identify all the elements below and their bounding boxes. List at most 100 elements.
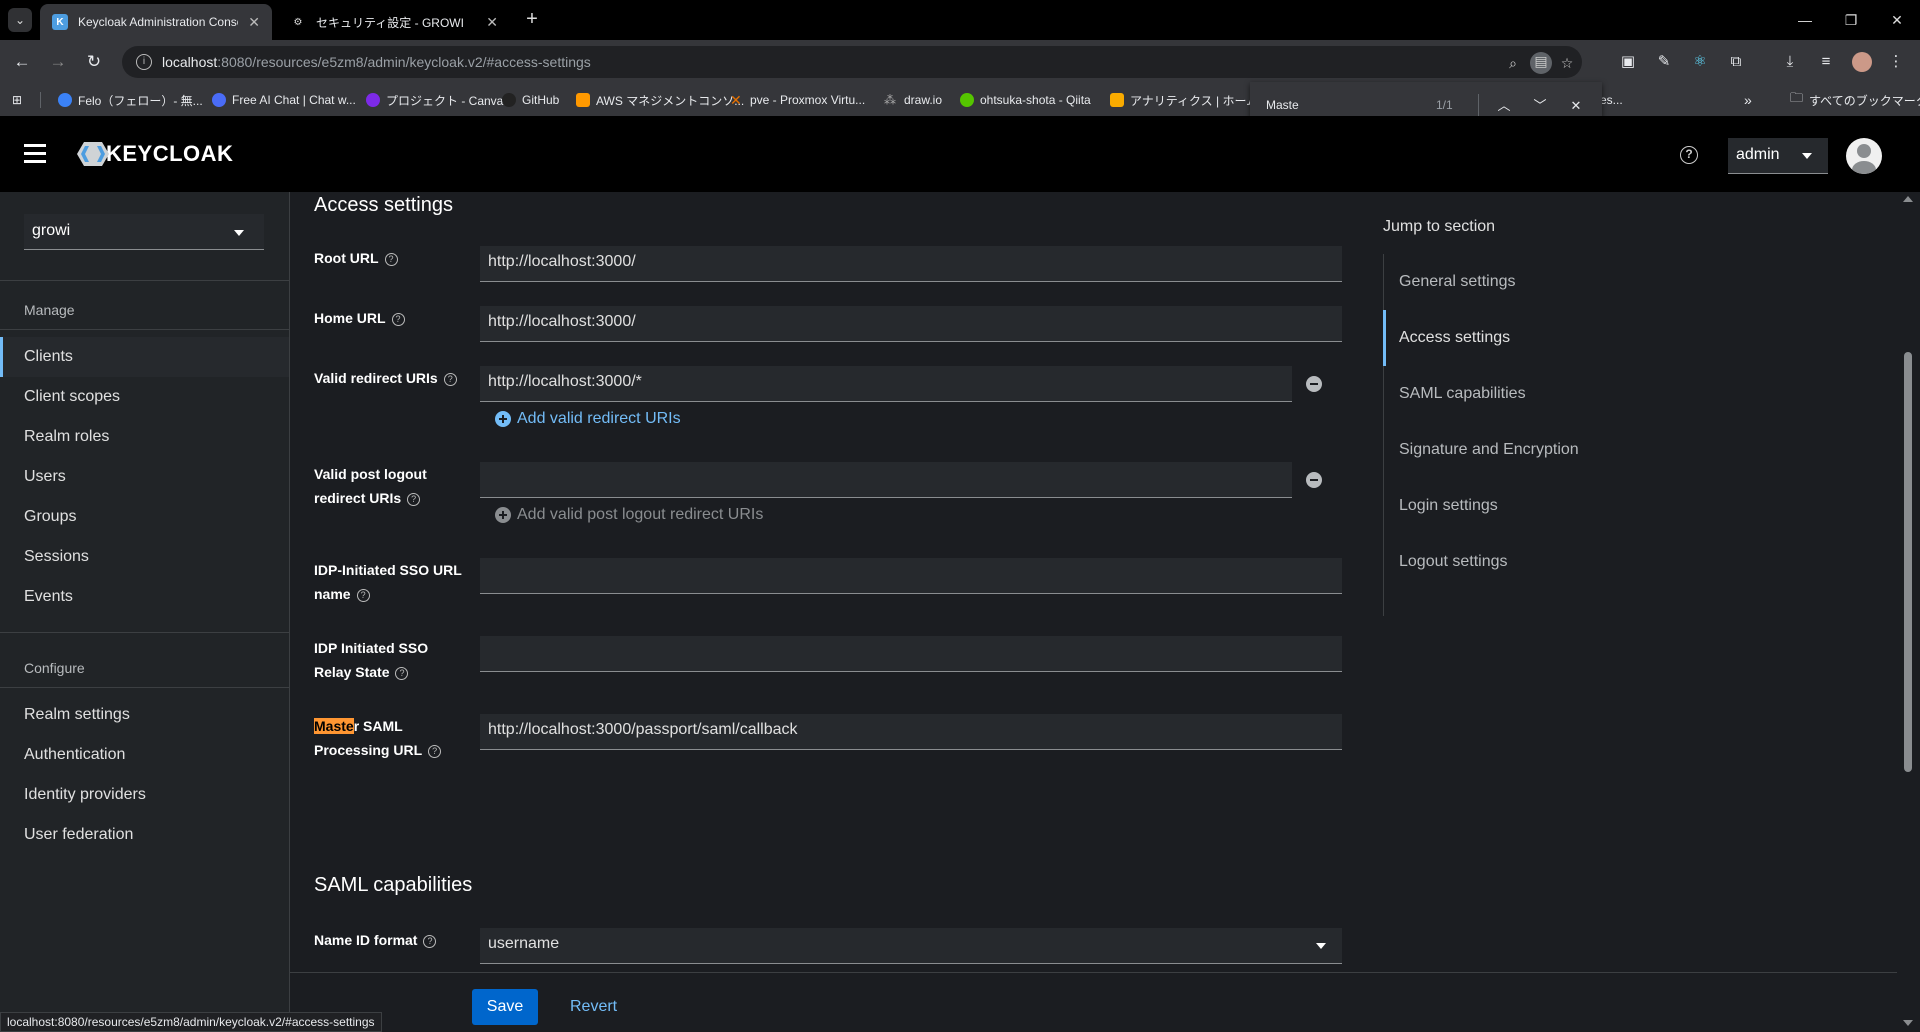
profile-icon[interactable] — [1850, 50, 1874, 74]
react-devtools-icon[interactable]: ⚛ — [1688, 50, 1712, 74]
apps-icon[interactable]: ⊞ — [12, 92, 22, 108]
help-icon[interactable]: ? — [391, 312, 405, 326]
name-id-format-select[interactable]: username — [480, 928, 1342, 964]
bookmark-github[interactable]: GitHub — [502, 92, 559, 108]
keycloak-logo[interactable]: KEYCLOAK — [76, 140, 233, 168]
bookmark-label: ohtsuka-shota - Qiita — [980, 93, 1091, 107]
sidebar-item-groups[interactable]: Groups — [0, 497, 289, 537]
idp-sso-url-name-input[interactable] — [480, 558, 1342, 594]
help-icon[interactable]: ? — [395, 666, 409, 680]
master-saml-processing-url-input[interactable]: http://localhost:3000/passport/saml/call… — [480, 714, 1342, 750]
help-icon[interactable]: ? — [384, 252, 398, 266]
find-input[interactable]: Maste — [1266, 98, 1299, 112]
reload-icon[interactable]: ↻ — [82, 50, 106, 74]
find-next-icon[interactable]: ﹀ — [1528, 94, 1552, 118]
label-text: Valid post logout — [314, 466, 427, 482]
home-url-input[interactable]: http://localhost:3000/ — [480, 306, 1342, 342]
bookmark-overflow-tail[interactable]: es... — [1600, 92, 1623, 108]
bookmark-canva[interactable]: プロジェクト - Canva — [366, 92, 503, 108]
url-host: localhost — [162, 54, 218, 70]
root-url-input[interactable]: http://localhost:3000/ — [480, 246, 1342, 282]
tab-growi[interactable]: ⚙ セキュリティ設定 - GROWI ✕ — [278, 4, 510, 40]
sidebar-item-client-scopes[interactable]: Client scopes — [0, 377, 289, 417]
restore-icon[interactable]: ❐ — [1828, 6, 1874, 34]
find-previous-icon[interactable]: ︿ — [1492, 94, 1516, 118]
remove-post-logout-uri-icon[interactable] — [1306, 472, 1322, 488]
keycloak-favicon-icon: K — [52, 14, 68, 30]
scroll-up-icon[interactable] — [1903, 196, 1913, 202]
bookmark-proxmox[interactable]: ✕ pve - Proxmox Virtu... — [730, 92, 865, 108]
download-icon[interactable]: ⤓ — [1778, 50, 1802, 74]
save-button[interactable]: Save — [472, 989, 538, 1025]
find-close-icon[interactable]: ✕ — [1564, 94, 1588, 118]
help-icon[interactable]: ? — [443, 372, 457, 386]
bookmark-felo[interactable]: Felo（フェロー）- 無... — [58, 92, 203, 108]
media-control-icon[interactable]: ≡ — [1814, 50, 1838, 74]
jump-link-login-settings[interactable]: Login settings — [1384, 478, 1644, 534]
tab-search-dropdown-icon[interactable]: ⌄ — [8, 8, 32, 32]
extensions-icon[interactable]: ⧉ — [1724, 50, 1748, 74]
new-tab-icon[interactable]: + — [520, 8, 544, 32]
site-info-icon[interactable]: i — [136, 54, 152, 70]
add-redirect-uri-button[interactable]: Add valid redirect URIs — [495, 410, 681, 428]
jump-link-signature-encryption[interactable]: Signature and Encryption — [1384, 422, 1644, 478]
bookmark-free-ai-chat[interactable]: Free AI Chat | Chat w... — [212, 92, 356, 108]
jump-link-access-settings[interactable]: Access settings — [1383, 310, 1644, 366]
sidebar-item-user-federation[interactable]: User federation — [0, 815, 289, 855]
screenshot-icon[interactable]: ▣ — [1616, 50, 1640, 74]
bookmark-analytics[interactable]: アナリティクス | ホーム — [1110, 92, 1258, 108]
post-logout-redirect-input[interactable] — [480, 462, 1292, 498]
help-icon[interactable]: ? — [428, 744, 442, 758]
all-bookmarks[interactable]: 🗀 すべてのブックマーク — [1790, 90, 1920, 108]
page-scrollbar[interactable] — [1897, 192, 1920, 1032]
bookmark-star-icon[interactable]: ☆ — [1558, 54, 1576, 72]
close-tab-icon[interactable]: ✕ — [248, 14, 260, 31]
sidebar-item-realm-roles[interactable]: Realm roles — [0, 417, 289, 457]
sidebar-item-clients[interactable]: Clients — [0, 337, 289, 377]
address-bar[interactable]: i localhost:8080/resources/e5zm8/admin/k… — [122, 46, 1582, 78]
zoom-icon[interactable]: ⌕ — [1504, 54, 1522, 72]
forward-icon[interactable]: → — [46, 50, 70, 74]
jump-link-logout-settings[interactable]: Logout settings — [1384, 534, 1644, 590]
bookmark-qiita[interactable]: ohtsuka-shota - Qiita — [960, 92, 1091, 108]
remove-redirect-uri-icon[interactable] — [1306, 376, 1322, 392]
jump-link-general-settings[interactable]: General settings — [1384, 254, 1644, 310]
sidebar-item-users[interactable]: Users — [0, 457, 289, 497]
find-active-icon[interactable]: ▤ — [1530, 52, 1552, 74]
root-url-label: Root URL? — [314, 246, 474, 270]
bookmark-aws[interactable]: AWS マネジメントコンソ... — [576, 92, 744, 108]
browser-menu-icon[interactable]: ⋮ — [1884, 50, 1908, 74]
add-circle-icon — [495, 411, 511, 427]
bookmark-label: Free AI Chat | Chat w... — [232, 93, 356, 107]
sidebar-item-identity-providers[interactable]: Identity providers — [0, 775, 289, 815]
back-icon[interactable]: ← — [10, 50, 34, 74]
help-icon[interactable]: ? — [407, 492, 421, 506]
help-icon[interactable]: ? — [1680, 146, 1698, 164]
scrollbar-thumb[interactable] — [1904, 352, 1912, 772]
growi-favicon-icon: ⚙ — [293, 16, 303, 28]
user-dropdown[interactable]: admin — [1728, 138, 1828, 174]
sidebar-item-events[interactable]: Events — [0, 577, 289, 617]
realm-selector[interactable]: growi — [24, 214, 264, 250]
idp-relay-state-input[interactable] — [480, 636, 1342, 672]
sidebar-item-realm-settings[interactable]: Realm settings — [0, 695, 289, 735]
help-icon[interactable]: ? — [423, 934, 437, 948]
scroll-down-icon[interactable] — [1903, 1020, 1913, 1026]
tab-keycloak[interactable]: K Keycloak Administration Conso ✕ — [40, 4, 272, 40]
jump-link-saml-capabilities[interactable]: SAML capabilities — [1384, 366, 1644, 422]
close-tab-icon[interactable]: ✕ — [486, 14, 498, 31]
valid-redirect-uri-input[interactable]: http://localhost:3000/* — [480, 366, 1292, 402]
avatar[interactable] — [1846, 138, 1882, 174]
help-icon[interactable]: ? — [356, 588, 370, 602]
revert-button[interactable]: Revert — [570, 989, 617, 1025]
add-post-logout-uri-button[interactable]: Add valid post logout redirect URIs — [495, 506, 763, 524]
sidebar-item-sessions[interactable]: Sessions — [0, 537, 289, 577]
browser-toolbar: ← → ↻ i localhost:8080/resources/e5zm8/a… — [0, 40, 1920, 84]
sidebar-item-authentication[interactable]: Authentication — [0, 735, 289, 775]
more-bookmarks-icon[interactable]: » — [1744, 92, 1752, 108]
close-window-icon[interactable]: ✕ — [1874, 6, 1920, 34]
minimize-icon[interactable]: — — [1782, 6, 1828, 34]
hamburger-menu-icon[interactable] — [24, 144, 46, 163]
bookmark-drawio[interactable]: ⁂ draw.io — [884, 92, 942, 108]
eyedropper-icon[interactable]: ✎ — [1652, 50, 1676, 74]
